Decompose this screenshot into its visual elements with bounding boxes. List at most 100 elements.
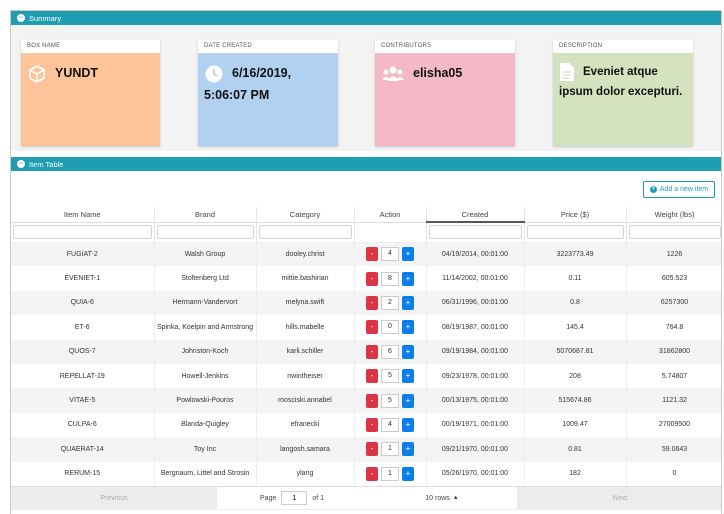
filter-category-input[interactable]: [258, 225, 352, 239]
table-row[interactable]: EVENIET-1 Stoltenberg Ltd mittie.bashirian…: [11, 266, 721, 291]
filter-item-name-input[interactable]: [13, 225, 152, 239]
increment-button[interactable]: +: [402, 442, 414, 457]
table-row[interactable]: REPELLAT-19 Howell-Jenkins nwintheiser - 5…: [11, 363, 721, 389]
quantity-value[interactable]: 5: [381, 369, 399, 384]
contributors-value: elisha05: [413, 66, 463, 80]
cell-category: langosh.samara: [256, 437, 355, 462]
contributors-card: CONTRIBUTORS elisha05: [375, 40, 515, 146]
page-number-input[interactable]: [281, 491, 308, 506]
decrement-button[interactable]: -: [366, 369, 378, 384]
table-row[interactable]: FUGIAT-2 Walsh Group dooley.christ - 4 + 0…: [11, 242, 721, 267]
cell-created: 11/14/2002, 00:01:00: [426, 266, 525, 291]
clock-icon: [204, 64, 224, 84]
table-row[interactable]: QUIA-6 Hermann-Vandervort melyna.swift - 2…: [11, 290, 721, 316]
cube-icon: [27, 64, 47, 84]
card-label: BOX NAME: [21, 40, 160, 53]
decrement-button[interactable]: -: [366, 417, 378, 432]
decrement-button[interactable]: -: [366, 271, 378, 286]
column-header-price[interactable]: Price ($): [524, 207, 627, 223]
cell-action: - 1 +: [354, 461, 427, 486]
cell-price: 1009.47: [524, 412, 627, 438]
collapse-icon[interactable]: −: [17, 14, 25, 22]
table-row[interactable]: QUAERAT-14 Toy Inc langosh.samara - 1 + 09…: [11, 437, 721, 462]
cell-weight: 6257300: [626, 290, 721, 316]
summary-header[interactable]: − Summary: [11, 11, 721, 25]
decrement-button[interactable]: -: [366, 442, 378, 457]
box-name-card: BOX NAME YUNDT: [21, 40, 160, 146]
increment-button[interactable]: +: [402, 417, 414, 432]
table-body: FUGIAT-2 Walsh Group dooley.christ - 4 + 0…: [11, 242, 721, 486]
increment-button[interactable]: +: [402, 295, 414, 310]
cell-action: - 5 +: [354, 363, 427, 389]
decrement-button[interactable]: -: [366, 393, 378, 408]
item-table-header[interactable]: − Item Table: [11, 157, 721, 171]
cell-action: - 8 +: [354, 266, 427, 291]
item-table: Item Name Brand Category Action Created …: [11, 207, 721, 486]
filter-weight-input[interactable]: [628, 225, 721, 239]
increment-button[interactable]: +: [402, 271, 414, 286]
table-row[interactable]: QUOS-7 Johnston-Koch karli.schiller - 6 + …: [11, 339, 721, 364]
quantity-value[interactable]: 5: [381, 393, 399, 408]
rows-per-page-label: 10 rows: [425, 494, 450, 502]
quantity-value[interactable]: 1: [381, 442, 399, 457]
cell-category: mittie.bashirian: [256, 266, 355, 291]
increment-button[interactable]: +: [402, 466, 414, 481]
decrement-button[interactable]: -: [366, 344, 378, 359]
cell-created: 09/19/1984, 00:01:00: [426, 339, 525, 364]
increment-button[interactable]: +: [402, 369, 414, 384]
cell-price: 182: [524, 461, 627, 486]
quantity-value[interactable]: 6: [381, 344, 399, 359]
cell-created: 08/19/1987, 00:01:00: [426, 315, 525, 340]
increment-button[interactable]: +: [402, 393, 414, 408]
pagination-bar: Previous Page of 1 10 rows ▲ Next: [11, 485, 721, 510]
filter-brand-input[interactable]: [156, 225, 254, 239]
quantity-value[interactable]: 4: [381, 417, 399, 432]
previous-button[interactable]: Previous: [13, 488, 215, 508]
filter-price-input[interactable]: [526, 225, 624, 239]
quantity-value[interactable]: 1: [381, 466, 399, 481]
rows-per-page-select[interactable]: 10 rows ▲: [367, 495, 517, 502]
users-icon: [381, 65, 405, 83]
cell-created: 09/21/1970, 00:01:00: [426, 437, 525, 462]
quantity-value[interactable]: 8: [381, 271, 399, 286]
cell-price: 515674.86: [524, 388, 627, 413]
cell-price: 145.4: [524, 315, 627, 340]
quantity-value[interactable]: 2: [381, 295, 399, 310]
cell-brand: Toy Inc: [154, 437, 257, 462]
table-row[interactable]: ET-6 Spinka, Koelpin and Armstrong hills.m…: [11, 315, 721, 340]
collapse-icon[interactable]: −: [17, 160, 25, 168]
cell-category: mosciski.annabel: [256, 388, 355, 413]
table-row[interactable]: RERUM-15 Bergnaum, Littel and Strosin ylan…: [11, 461, 721, 486]
next-button[interactable]: Next: [519, 488, 721, 508]
cell-action: - 6 +: [354, 339, 427, 364]
decrement-button[interactable]: -: [366, 466, 378, 481]
cell-created: 05/26/1970, 00:01:00: [426, 461, 525, 486]
cell-weight: 59.0643: [626, 437, 721, 462]
increment-button[interactable]: +: [402, 247, 414, 262]
cell-weight: 764.8: [626, 315, 721, 340]
decrement-button[interactable]: -: [366, 247, 378, 262]
filter-created-input[interactable]: [428, 225, 522, 240]
item-table-title: Item Table: [29, 159, 64, 169]
cell-item-name: CULPA-6: [11, 412, 155, 438]
cell-item-name: FUGIAT-2: [11, 242, 155, 267]
table-row[interactable]: VITAE-5 Powlowski-Pouros mosciski.annabel …: [11, 388, 721, 413]
column-header-brand[interactable]: Brand: [154, 207, 257, 223]
plus-icon: +: [649, 186, 657, 193]
column-header-weight[interactable]: Weight (lbs): [626, 207, 721, 223]
column-header-action[interactable]: Action: [354, 207, 427, 223]
add-new-item-button[interactable]: + Add a new item: [643, 181, 715, 198]
cell-category: dooley.christ: [256, 242, 355, 267]
column-header-item-name[interactable]: Item Name: [11, 207, 155, 223]
decrement-button[interactable]: -: [366, 320, 378, 335]
quantity-value[interactable]: 4: [381, 247, 399, 262]
decrement-button[interactable]: -: [366, 295, 378, 310]
cell-brand: Walsh Group: [154, 242, 257, 267]
increment-button[interactable]: +: [402, 320, 414, 335]
table-row[interactable]: CULPA-6 Blanda-Quigley efranecki - 4 + 00/…: [11, 412, 721, 438]
increment-button[interactable]: +: [402, 344, 414, 359]
quantity-value[interactable]: 0: [381, 320, 399, 335]
cell-category: ylang: [256, 461, 355, 486]
column-header-category[interactable]: Category: [256, 207, 355, 223]
column-header-created[interactable]: Created: [426, 207, 525, 223]
